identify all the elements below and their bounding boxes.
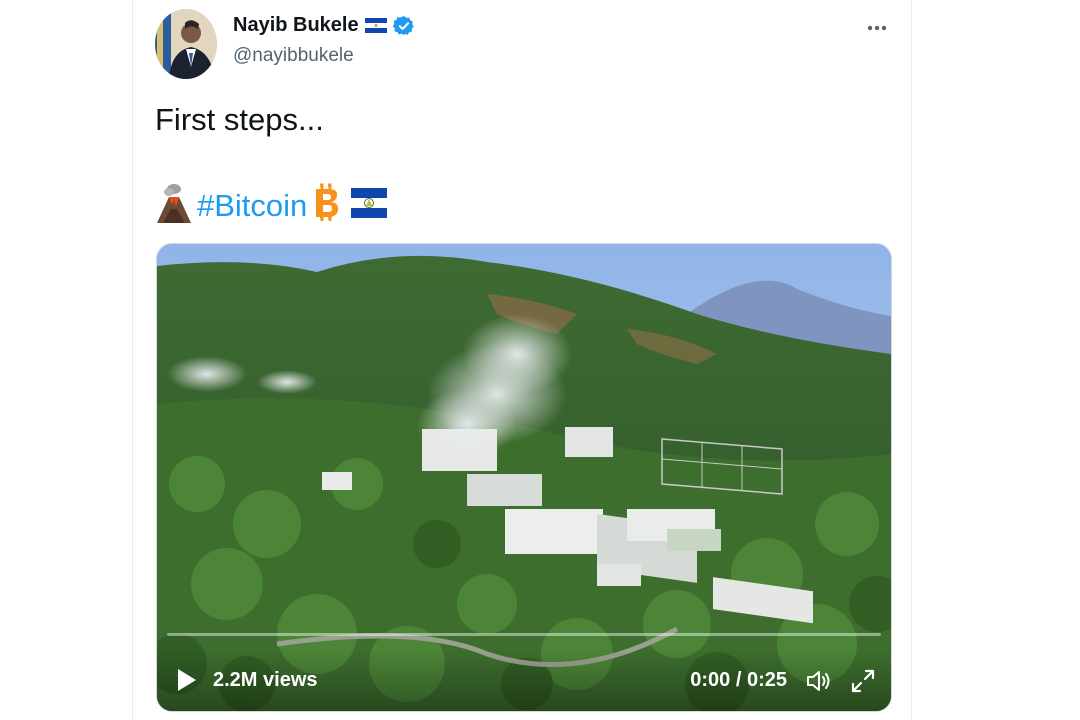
author-row: Nayib Bukele (233, 14, 415, 37)
tweet-text: First steps... (155, 102, 324, 137)
author-name[interactable]: Nayib Bukele (233, 14, 359, 37)
video-frame (157, 244, 891, 711)
hashtag-bitcoin[interactable]: #Bitcoin (197, 188, 307, 224)
avatar[interactable] (155, 9, 217, 79)
hashtag-row: #Bitcoin (155, 183, 388, 228)
fullscreen-icon[interactable] (849, 667, 877, 695)
volume-icon[interactable] (805, 667, 833, 695)
video-progress-bar[interactable] (167, 633, 881, 636)
volcano-icon (155, 183, 193, 228)
video-time: 0:00 / 0:25 (690, 669, 787, 691)
video-player[interactable]: 2.2M views 0:00 / 0:25 (156, 243, 892, 712)
el-salvador-flag-icon (364, 18, 387, 33)
tweet-card: Nayib Bukele @nayibbukele First steps... (132, 0, 912, 720)
verified-badge-icon (392, 15, 415, 37)
video-controls: 2.2M views 0:00 / 0:25 (157, 649, 891, 711)
play-icon[interactable] (175, 667, 199, 693)
view-count: 2.2M views (213, 669, 318, 691)
author-handle[interactable]: @nayibbukele (233, 45, 354, 67)
more-options-icon[interactable] (865, 16, 889, 40)
bitcoin-icon (311, 183, 341, 228)
el-salvador-flag-icon (351, 188, 388, 223)
